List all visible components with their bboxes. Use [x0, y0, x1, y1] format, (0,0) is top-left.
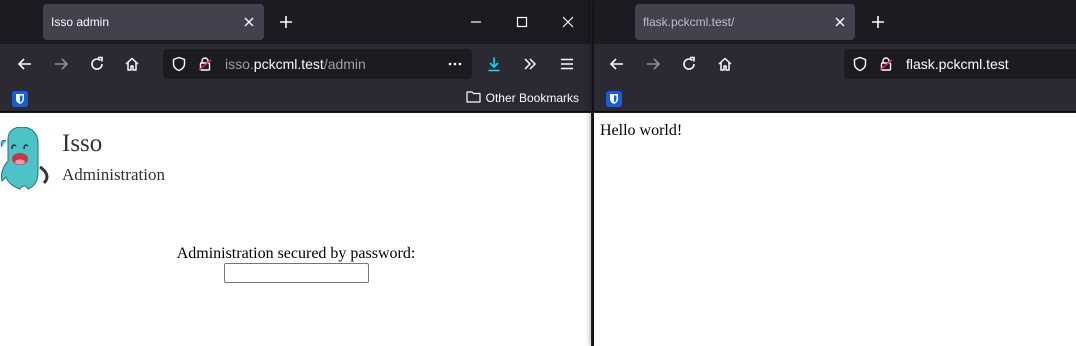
page-subtitle: Administration [62, 165, 165, 184]
bitwarden-icon[interactable] [606, 91, 622, 107]
navigation-toolbar: isso.pckcml.test/admin [0, 44, 591, 84]
other-bookmarks-label: Other Bookmarks [485, 91, 579, 105]
bitwarden-icon[interactable] [12, 91, 28, 107]
lock-icon[interactable] [195, 54, 215, 74]
tab-title: Isso admin [51, 15, 110, 29]
plus-icon[interactable] [274, 10, 298, 34]
lock-icon[interactable] [876, 54, 896, 74]
forward-arrow-icon[interactable] [47, 50, 75, 78]
browser-window-isso: Isso admin isso.pckcml.test/admin Other … [0, 0, 592, 346]
shield-icon[interactable] [850, 54, 870, 74]
url-bar[interactable]: flask.pckcml.test [844, 49, 1076, 79]
download-icon[interactable] [480, 50, 508, 78]
password-prompt-label: Administration secured by password: [176, 245, 416, 262]
bookmarks-toolbar: Other Bookmarks [0, 84, 591, 112]
menu-icon[interactable] [553, 50, 581, 78]
url-text: flask.pckcml.test [906, 56, 1009, 72]
url-domain-prefix: isso. [225, 56, 254, 72]
maximize-icon[interactable] [508, 8, 536, 36]
reload-icon[interactable] [675, 50, 703, 78]
minimize-icon[interactable] [462, 8, 490, 36]
password-field[interactable] [224, 263, 369, 283]
folder-icon [466, 90, 481, 106]
tab-strip: Isso admin [0, 0, 591, 44]
tab-isso-admin[interactable]: Isso admin [43, 4, 264, 40]
page-body-text: Hello world! [600, 122, 683, 139]
close-icon[interactable] [554, 8, 582, 36]
url-domain-main: pckcml.test [253, 56, 324, 72]
url-bar[interactable]: isso.pckcml.test/admin [163, 49, 472, 79]
back-arrow-icon[interactable] [603, 50, 631, 78]
tab-flask[interactable]: flask.pckcml.test/ [635, 4, 855, 40]
chevrons-icon[interactable] [516, 50, 544, 78]
home-icon[interactable] [118, 50, 146, 78]
close-icon[interactable] [831, 13, 849, 31]
reload-icon[interactable] [83, 50, 111, 78]
close-icon[interactable] [240, 13, 258, 31]
page-content-flask: Hello world! [594, 113, 1076, 346]
url-text: isso.pckcml.test/admin [225, 49, 366, 79]
tab-strip: flask.pckcml.test/ [594, 0, 1076, 44]
navigation-toolbar: flask.pckcml.test [594, 44, 1076, 84]
home-icon[interactable] [711, 50, 739, 78]
url-path: /admin [323, 56, 366, 72]
browser-window-flask: flask.pckcml.test/ flask.pckcml.test Hel… [594, 0, 1076, 346]
shield-icon[interactable] [169, 54, 189, 74]
forward-arrow-icon[interactable] [639, 50, 667, 78]
mascot-logo [0, 127, 49, 190]
bookmarks-toolbar [594, 84, 1076, 112]
plus-icon[interactable] [866, 10, 890, 34]
other-bookmarks[interactable]: Other Bookmarks [466, 90, 579, 106]
tab-title: flask.pckcml.test/ [643, 15, 735, 29]
page-content-isso: Isso Administration Administration secur… [0, 113, 591, 346]
page-title: Isso [62, 130, 103, 157]
more-icon[interactable] [445, 54, 465, 74]
back-arrow-icon[interactable] [11, 50, 39, 78]
